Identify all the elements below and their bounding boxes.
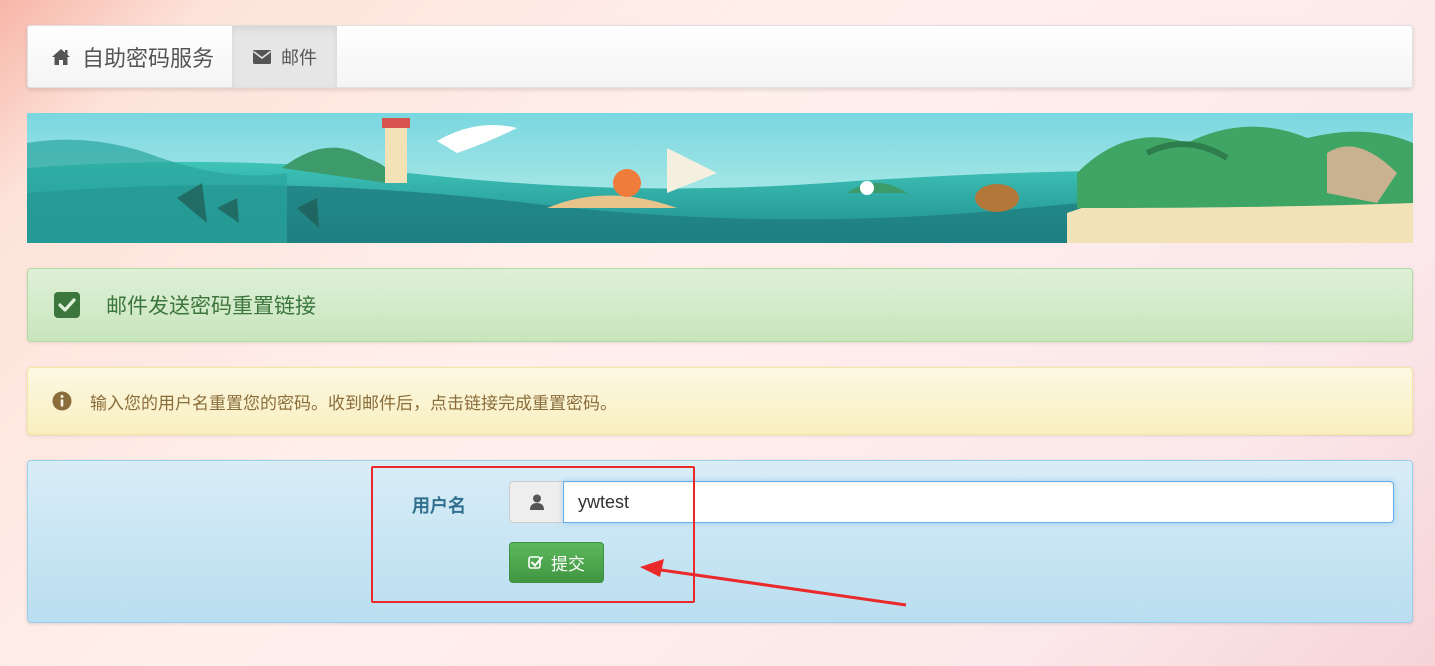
navbar-brand-label: 自助密码服务 xyxy=(82,46,215,72)
check-square-icon xyxy=(53,291,81,319)
submit-button[interactable]: 提交 xyxy=(509,542,604,583)
top-navbar: 自助密码服务 邮件 xyxy=(27,25,1413,88)
tab-email[interactable]: 邮件 xyxy=(232,26,338,87)
success-alert: 邮件发送密码重置链接 xyxy=(27,268,1413,342)
home-icon xyxy=(51,47,71,67)
username-addon xyxy=(509,481,563,523)
navbar-brand[interactable]: 自助密码服务 xyxy=(28,26,232,87)
tab-email-label: 邮件 xyxy=(281,47,318,69)
reset-form-panel: 用户名 提交 xyxy=(27,460,1413,623)
user-icon xyxy=(529,494,544,510)
username-input-group xyxy=(509,481,1394,523)
username-input[interactable] xyxy=(563,481,1394,523)
submit-button-label: 提交 xyxy=(551,555,585,575)
username-label: 用户名 xyxy=(412,496,466,517)
instruction-alert-text: 输入您的用户名重置您的密码。收到邮件后，点击链接完成重置密码。 xyxy=(90,393,617,414)
info-circle-icon xyxy=(52,391,72,411)
ocean-banner-image xyxy=(27,113,1413,243)
instruction-alert: 输入您的用户名重置您的密码。收到邮件后，点击链接完成重置密码。 xyxy=(27,367,1413,435)
check-square-o-icon xyxy=(528,555,543,570)
success-alert-text: 邮件发送密码重置链接 xyxy=(106,294,316,318)
envelope-icon xyxy=(252,49,272,65)
